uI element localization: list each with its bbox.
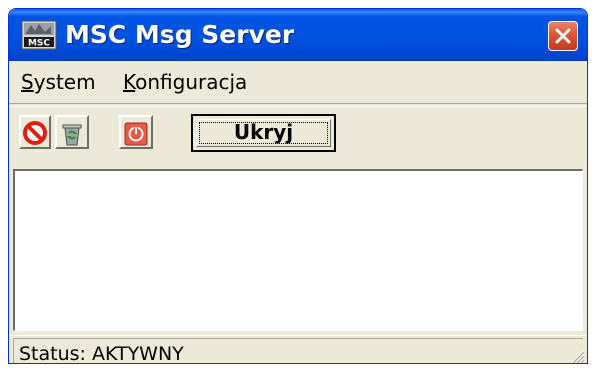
hide-button-label: Ukryj	[233, 120, 294, 144]
recycle-bin-icon	[62, 124, 82, 146]
menu-system[interactable]: System	[21, 61, 96, 103]
power-icon	[124, 122, 148, 146]
status-text: Status: AKTYWNY	[19, 343, 184, 364]
resize-grip-icon[interactable]	[569, 348, 585, 364]
title-bar[interactable]: MSC MSC Msg Server	[9, 9, 587, 61]
stop-icon	[23, 121, 47, 145]
recycle-bin-button[interactable]	[55, 115, 89, 149]
menu-konfiguracja[interactable]: Konfiguracja	[123, 61, 247, 103]
menu-bar: System Konfiguracja	[9, 61, 587, 104]
hide-button[interactable]: Ukryj	[191, 114, 336, 152]
svg-text:MSC: MSC	[28, 39, 50, 49]
msc-app-icon: MSC	[21, 20, 57, 50]
message-log[interactable]	[13, 169, 583, 331]
close-button[interactable]	[548, 21, 578, 51]
close-icon	[555, 28, 571, 44]
window-title: MSC Msg Server	[65, 20, 295, 49]
power-button[interactable]	[119, 115, 153, 149]
status-bar: Status: AKTYWNY	[9, 335, 587, 364]
main-window: MSC MSC Msg Server System Konfiguracja U…	[8, 8, 588, 364]
stop-button[interactable]	[19, 115, 51, 149]
toolbar: Ukryj	[9, 106, 587, 172]
